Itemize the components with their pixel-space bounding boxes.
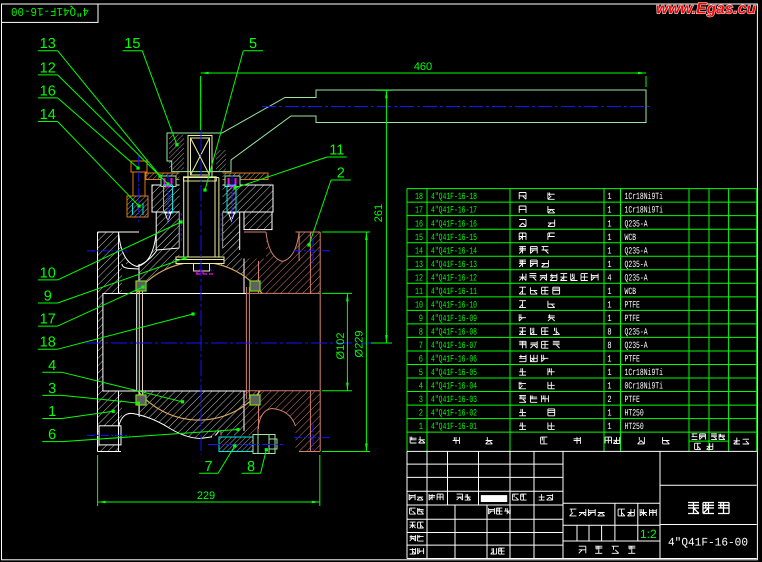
svg-text:1: 1 (607, 218, 611, 229)
svg-text:HT250: HT250 (625, 421, 644, 432)
svg-text:1: 1 (607, 191, 611, 202)
svg-text:1Cr18Ni9Ti: 1Cr18Ni9Ti (625, 205, 664, 216)
svg-text:4"Q41F-16-11: 4"Q41F-16-11 (431, 286, 477, 297)
svg-text:8: 8 (607, 327, 611, 338)
svg-text:4"Q41F-16-00: 4"Q41F-16-00 (11, 4, 89, 18)
svg-text:8: 8 (607, 340, 611, 351)
svg-text:460: 460 (414, 61, 432, 73)
svg-text:15: 15 (415, 232, 423, 243)
svg-text:4"Q41F-16-04: 4"Q41F-16-04 (431, 381, 477, 392)
svg-text:1: 1 (419, 421, 423, 432)
svg-text:6: 6 (419, 354, 423, 365)
svg-text:1: 1 (607, 367, 611, 378)
svg-text:1: 1 (607, 205, 611, 216)
svg-text:4"Q41F-16-01: 4"Q41F-16-01 (431, 421, 477, 432)
svg-text:12: 12 (415, 272, 423, 283)
svg-text:18: 18 (415, 191, 423, 202)
svg-text:1: 1 (607, 381, 611, 392)
svg-text:261: 261 (373, 204, 385, 222)
svg-text:13: 13 (415, 259, 423, 270)
svg-text:6: 6 (48, 427, 56, 443)
svg-text:4"Q41F-16-02: 4"Q41F-16-02 (431, 408, 477, 419)
svg-text:4"Q41F-16-15: 4"Q41F-16-15 (431, 232, 477, 243)
svg-text:16: 16 (415, 218, 423, 229)
svg-text:Q235-A: Q235-A (625, 327, 648, 338)
svg-text:1: 1 (607, 313, 611, 324)
svg-text:1: 1 (607, 354, 611, 365)
svg-text:Q235-A: Q235-A (625, 218, 648, 229)
svg-text:1: 1 (607, 286, 611, 297)
svg-text:11: 11 (415, 286, 423, 297)
svg-text:2: 2 (419, 408, 423, 419)
svg-text:4"Q41F-16-18: 4"Q41F-16-18 (431, 191, 477, 202)
svg-text:Q235-A: Q235-A (625, 245, 648, 256)
svg-text:4: 4 (419, 381, 423, 392)
svg-text:16: 16 (40, 83, 56, 99)
svg-text:10: 10 (40, 265, 56, 281)
svg-text:1: 1 (607, 232, 611, 243)
svg-text:4"Q41F-16-00: 4"Q41F-16-00 (668, 537, 748, 550)
svg-text:4: 4 (48, 358, 56, 374)
svg-text:9: 9 (419, 313, 423, 324)
svg-text:PTFE: PTFE (625, 354, 641, 365)
svg-text:8: 8 (247, 459, 255, 475)
svg-text:3: 3 (48, 381, 56, 397)
svg-text:0Cr18Ni9Ti: 0Cr18Ni9Ti (625, 381, 664, 392)
svg-text:HT250: HT250 (625, 408, 644, 419)
svg-text:4"Q41F-16-09: 4"Q41F-16-09 (431, 313, 477, 324)
svg-text:14: 14 (40, 107, 56, 123)
svg-text:4"Q41F-16-10: 4"Q41F-16-10 (431, 299, 477, 310)
svg-text:4"Q41F-16-14: 4"Q41F-16-14 (431, 245, 477, 256)
svg-text:7: 7 (205, 459, 213, 475)
svg-text:13: 13 (40, 36, 56, 52)
svg-text:WCB: WCB (625, 286, 637, 297)
svg-text:1Cr18Ni9Ti: 1Cr18Ni9Ti (625, 367, 664, 378)
svg-text:4"Q41F-16-03: 4"Q41F-16-03 (431, 394, 477, 405)
svg-text:17: 17 (415, 205, 423, 216)
svg-text:5: 5 (419, 367, 423, 378)
svg-text:Q235-A: Q235-A (625, 272, 648, 283)
svg-text:www.Egas.cu: www.Egas.cu (656, 1, 757, 18)
svg-text:1Cr18Ni9Ti: 1Cr18Ni9Ti (625, 191, 664, 202)
svg-text:4"Q41F-16-05: 4"Q41F-16-05 (431, 367, 477, 378)
svg-text:1:2: 1:2 (640, 527, 657, 541)
svg-text:4"Q41F-16-17: 4"Q41F-16-17 (431, 205, 477, 216)
svg-text:9: 9 (44, 289, 52, 305)
svg-text:1: 1 (607, 421, 611, 432)
svg-text:229: 229 (197, 490, 215, 502)
svg-text:15: 15 (124, 36, 140, 52)
svg-text:PTFE: PTFE (625, 313, 641, 324)
svg-text:4"Q41F-16-08: 4"Q41F-16-08 (431, 327, 477, 338)
svg-text:Ø229: Ø229 (354, 331, 366, 358)
svg-text:PTFE: PTFE (625, 394, 641, 405)
svg-text:4: 4 (607, 272, 611, 283)
svg-text:1: 1 (607, 245, 611, 256)
svg-text:2: 2 (607, 394, 611, 405)
svg-text:3: 3 (419, 394, 423, 405)
svg-text:14: 14 (415, 245, 423, 256)
svg-text:1: 1 (607, 408, 611, 419)
svg-text:17: 17 (40, 312, 56, 328)
svg-text:8: 8 (419, 327, 423, 338)
svg-text:1: 1 (607, 259, 611, 270)
svg-text:Q235-A: Q235-A (625, 259, 648, 270)
svg-text:1: 1 (48, 404, 56, 420)
svg-text:4"Q41F-16-16: 4"Q41F-16-16 (431, 218, 477, 229)
svg-text:Q235-A: Q235-A (625, 340, 648, 351)
svg-text:2: 2 (337, 166, 345, 182)
svg-text:4"Q41F-16-13: 4"Q41F-16-13 (431, 259, 477, 270)
svg-text:4"Q41F-16-12: 4"Q41F-16-12 (431, 272, 477, 283)
svg-text:18: 18 (40, 335, 56, 351)
svg-text:11: 11 (329, 143, 344, 159)
svg-text:4"Q41F-16-07: 4"Q41F-16-07 (431, 340, 477, 351)
svg-text:PTFE: PTFE (625, 299, 641, 310)
svg-text:4"Q41F-16-06: 4"Q41F-16-06 (431, 354, 477, 365)
svg-text:Ø102: Ø102 (335, 333, 347, 360)
svg-text:12: 12 (40, 60, 56, 76)
svg-text:7: 7 (419, 340, 423, 351)
svg-text:WCB: WCB (625, 232, 637, 243)
svg-text:5: 5 (249, 36, 257, 52)
svg-text:10: 10 (415, 299, 423, 310)
svg-text:1: 1 (607, 299, 611, 310)
